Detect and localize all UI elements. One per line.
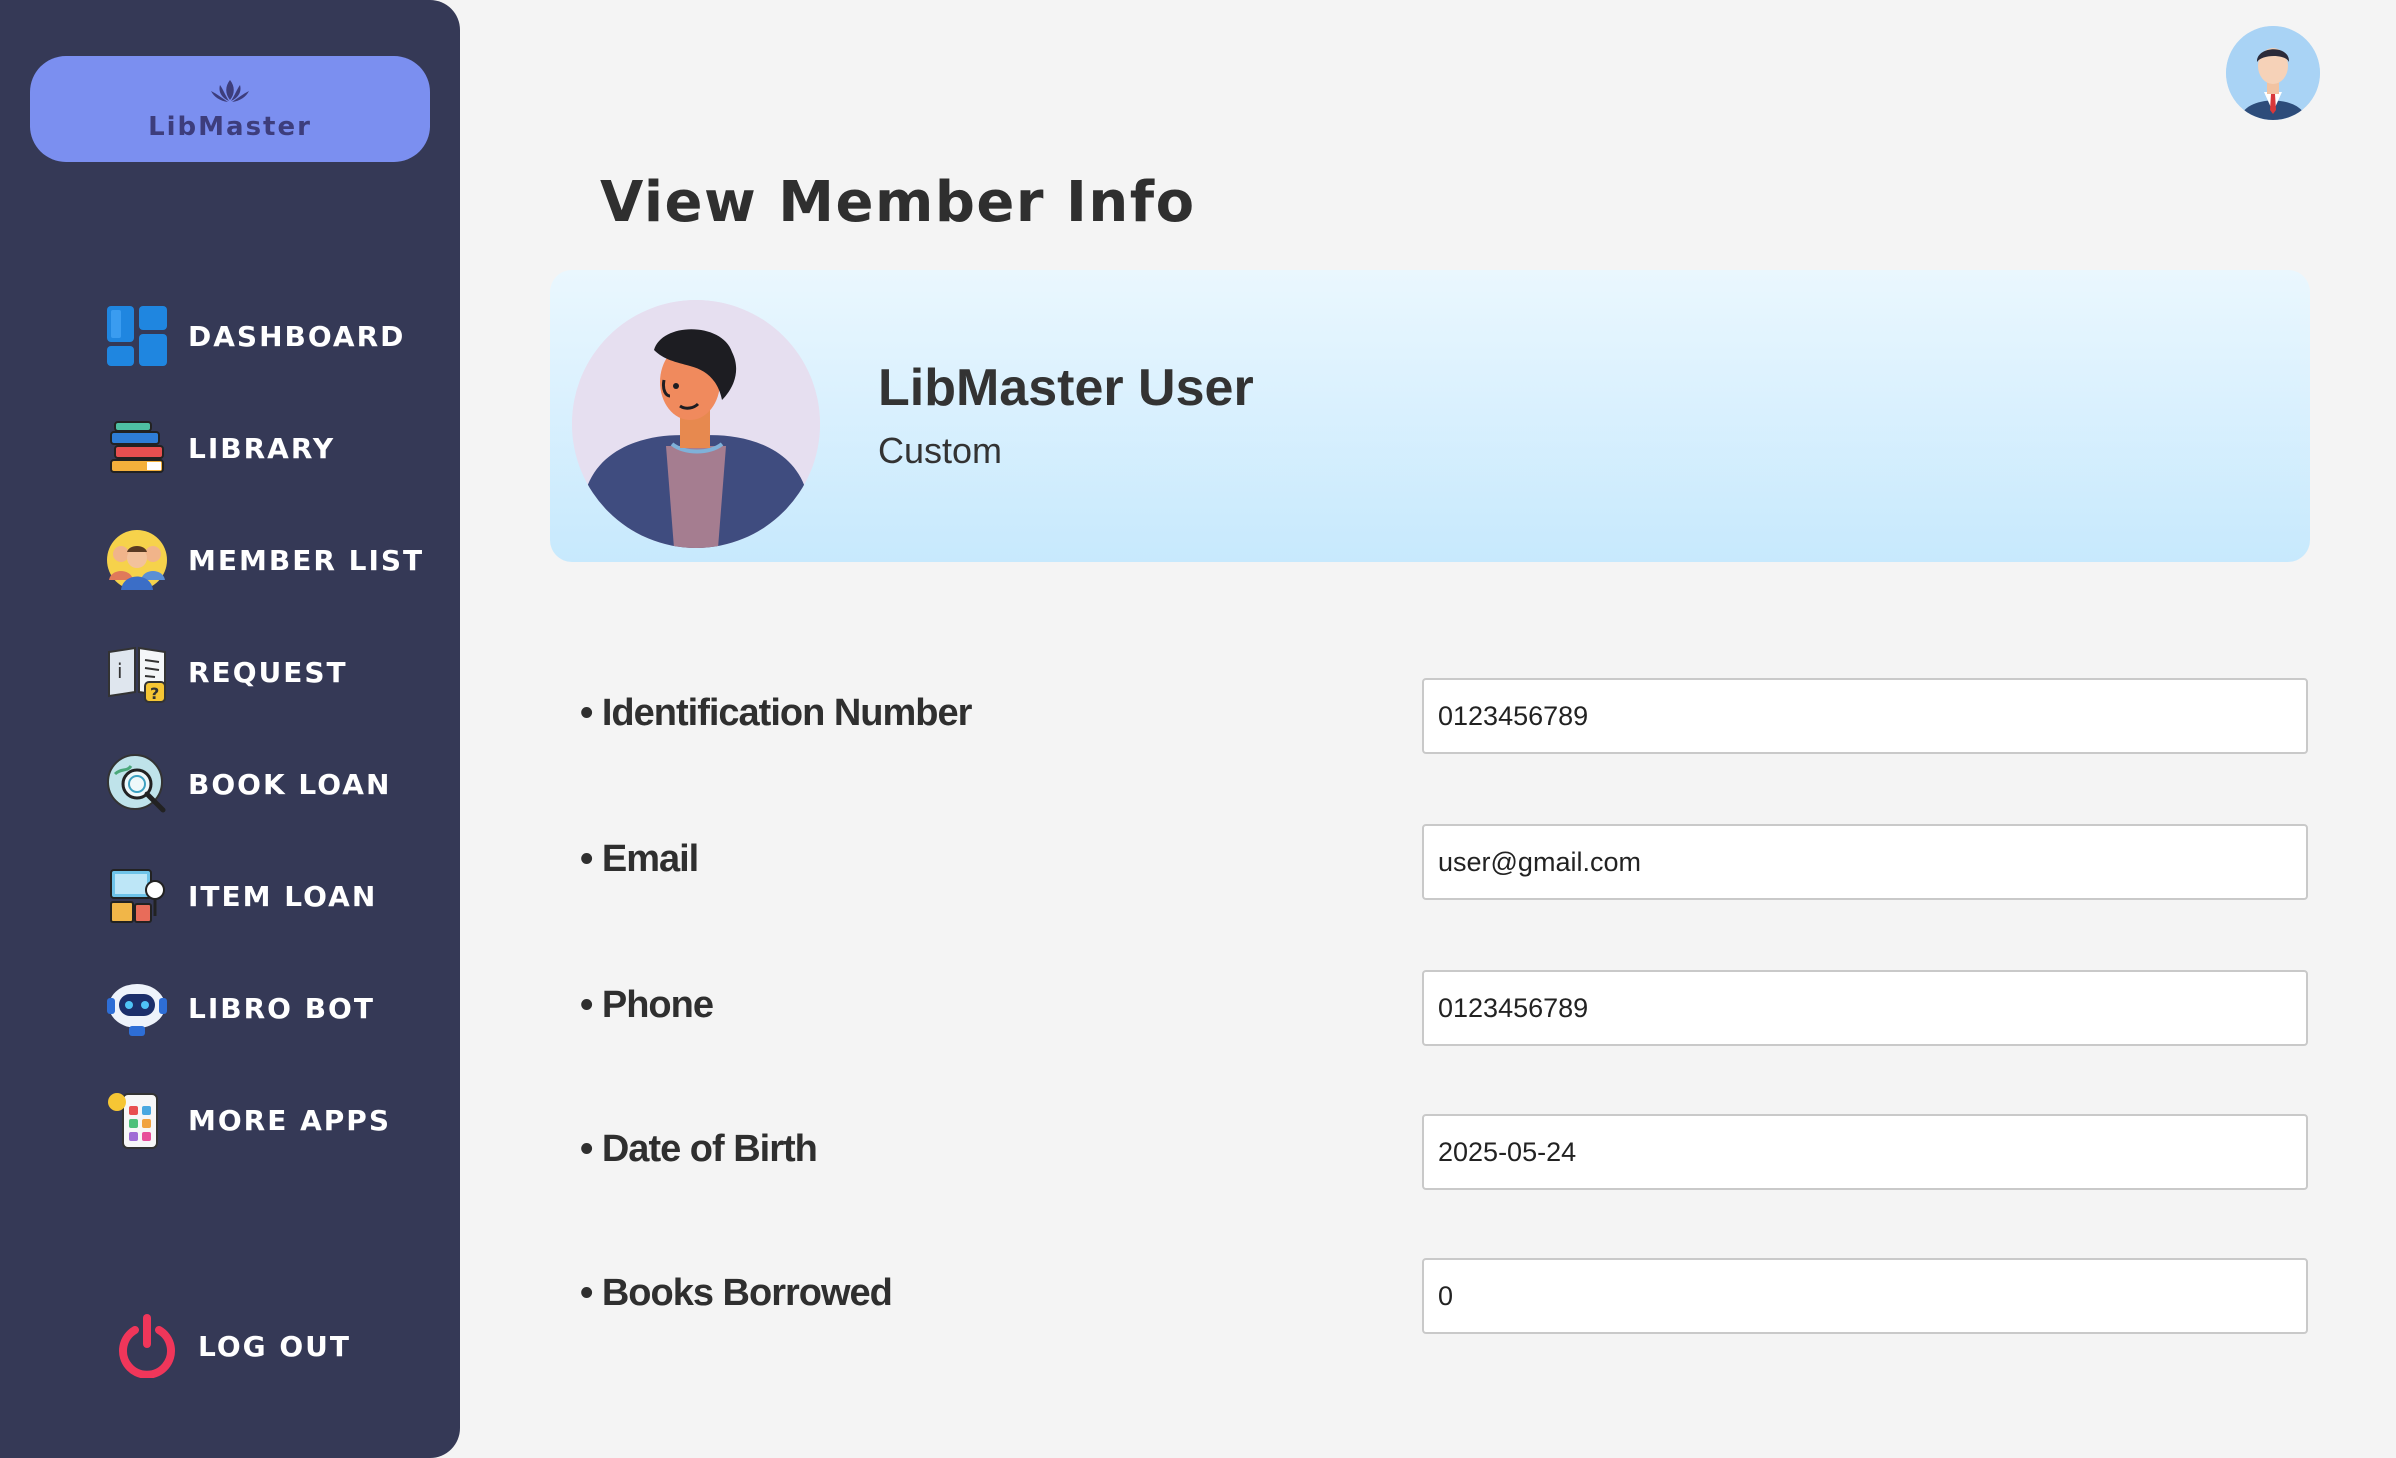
books-borrowed-label: • Books Borrowed [580,1272,893,1314]
profile-avatar [572,300,820,548]
dob-field[interactable] [1422,1114,2308,1190]
email-label: • Email [580,838,699,880]
sidebar-item-more-apps[interactable]: MORE APPS [104,1085,444,1155]
brand-logo-button[interactable]: LibMaster [30,56,430,162]
svg-text:i: i [117,659,123,683]
email-field[interactable] [1422,824,2308,900]
dob-label: • Date of Birth [580,1128,818,1170]
sidebar-item-library[interactable]: LIBRARY [104,413,444,483]
brand-name: LibMaster [148,112,312,142]
user-avatar-icon [2226,26,2320,120]
sidebar-item-libro-bot[interactable]: LIBRO BOT [104,973,444,1043]
phone-label: • Phone [580,984,714,1026]
sidebar-item-item-loan[interactable]: ITEM LOAN [104,861,444,931]
power-icon [114,1313,180,1379]
member-role: Custom [878,430,1003,471]
sidebar-item-dashboard[interactable]: DASHBOARD [104,301,444,371]
member-name: LibMaster User [878,359,1254,417]
sidebar-item-book-loan[interactable]: BOOK LOAN [104,749,444,819]
member-avatar-icon [572,300,820,548]
sidebar-item-request[interactable]: i ? REQUEST [104,637,444,707]
sidebar-item-label: BOOK LOAN [188,767,392,801]
apps-icon [104,1087,170,1153]
svg-text:?: ? [150,684,159,703]
lotus-logo-icon [211,80,249,102]
phone-field[interactable] [1422,970,2308,1046]
books-icon [104,415,170,481]
sidebar-item-label: REQUEST [188,655,348,689]
sidebar-item-label: LIBRARY [188,431,336,465]
members-icon [104,527,170,593]
profile-card: LibMaster User Custom [550,270,2310,562]
sidebar: LibMaster DASHBOARD LIBRARY MEMBER LIST … [0,0,460,1458]
sidebar-item-label: DASHBOARD [188,319,406,353]
sidebar-item-member-list[interactable]: MEMBER LIST [104,525,444,595]
request-icon: i ? [104,639,170,705]
id-number-field[interactable] [1422,678,2308,754]
sidebar-item-label: MORE APPS [188,1103,391,1137]
dashboard-icon [104,303,170,369]
sidebar-item-label: MEMBER LIST [188,543,425,577]
logout-label: LOG OUT [198,1329,352,1363]
book-loan-icon [104,751,170,817]
page-title: View Member Info [600,170,1196,235]
id-number-label: • Identification Number [580,692,972,734]
user-avatar-button[interactable] [2226,26,2320,120]
logout-button[interactable]: LOG OUT [114,1311,454,1381]
sidebar-item-label: ITEM LOAN [188,879,378,913]
sidebar-item-label: LIBRO BOT [188,991,375,1025]
item-loan-icon [104,863,170,929]
books-borrowed-field[interactable] [1422,1258,2308,1334]
robot-icon [104,975,170,1041]
